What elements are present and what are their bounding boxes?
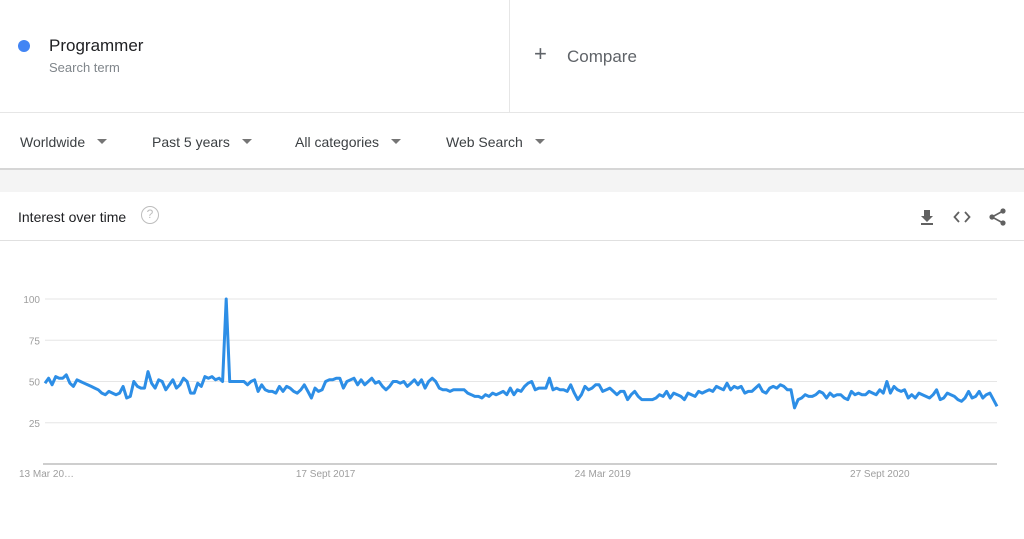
filter-region-label: Worldwide [20, 134, 86, 150]
filter-category-dropdown[interactable]: All categories [295, 134, 402, 150]
chevron-down-icon [534, 138, 545, 144]
x-tick-label: 17 Sept 2017 [296, 469, 356, 480]
x-tick-label: 24 Mar 2019 [575, 469, 632, 480]
compare-button[interactable]: + Compare [510, 0, 1024, 112]
x-tick-label: 27 Sept 2020 [850, 469, 910, 480]
chevron-down-icon [391, 138, 402, 144]
y-tick-label: 25 [29, 419, 41, 430]
search-terms-bar: Programmer Search term + Compare [0, 0, 1024, 112]
search-term-subtitle: Search term [49, 60, 120, 75]
interest-chart[interactable]: 25 50 75 100 13 Mar 20… 17 Sept 2017 24 Mar 2… [0, 192, 1024, 539]
chevron-down-icon [97, 138, 108, 144]
interest-over-time-card: Interest over time ? 25 50 75 100 13 Mar 20… [0, 192, 1024, 539]
chevron-down-icon [241, 138, 252, 144]
search-term-name[interactable]: Programmer [49, 36, 143, 56]
x-tick-label: 13 Mar 20… [19, 469, 74, 480]
y-axis-ticks: 25 50 75 100 [23, 295, 40, 430]
compare-label: Compare [567, 47, 637, 66]
plus-icon: + [534, 41, 547, 66]
filter-search-type-dropdown[interactable]: Web Search [446, 134, 545, 150]
filter-search-type-label: Web Search [446, 134, 523, 150]
term-color-dot-icon [18, 40, 30, 52]
filter-time-label: Past 5 years [152, 134, 230, 150]
y-tick-label: 100 [23, 295, 40, 306]
y-tick-label: 50 [29, 378, 41, 389]
filter-time-dropdown[interactable]: Past 5 years [152, 134, 252, 150]
series-line-programmer[interactable] [43, 297, 999, 410]
x-axis-ticks: 13 Mar 20… 17 Sept 2017 24 Mar 2019 27 Sept… [19, 469, 910, 480]
gridlines [45, 298, 997, 424]
filter-bar: Worldwide Past 5 years All categories We… [0, 112, 1024, 170]
search-term-card[interactable]: Programmer Search term [0, 0, 510, 112]
y-tick-label: 75 [29, 336, 41, 347]
series-layer [43, 297, 999, 410]
filter-category-label: All categories [295, 134, 380, 150]
filter-region-dropdown[interactable]: Worldwide [20, 134, 108, 150]
